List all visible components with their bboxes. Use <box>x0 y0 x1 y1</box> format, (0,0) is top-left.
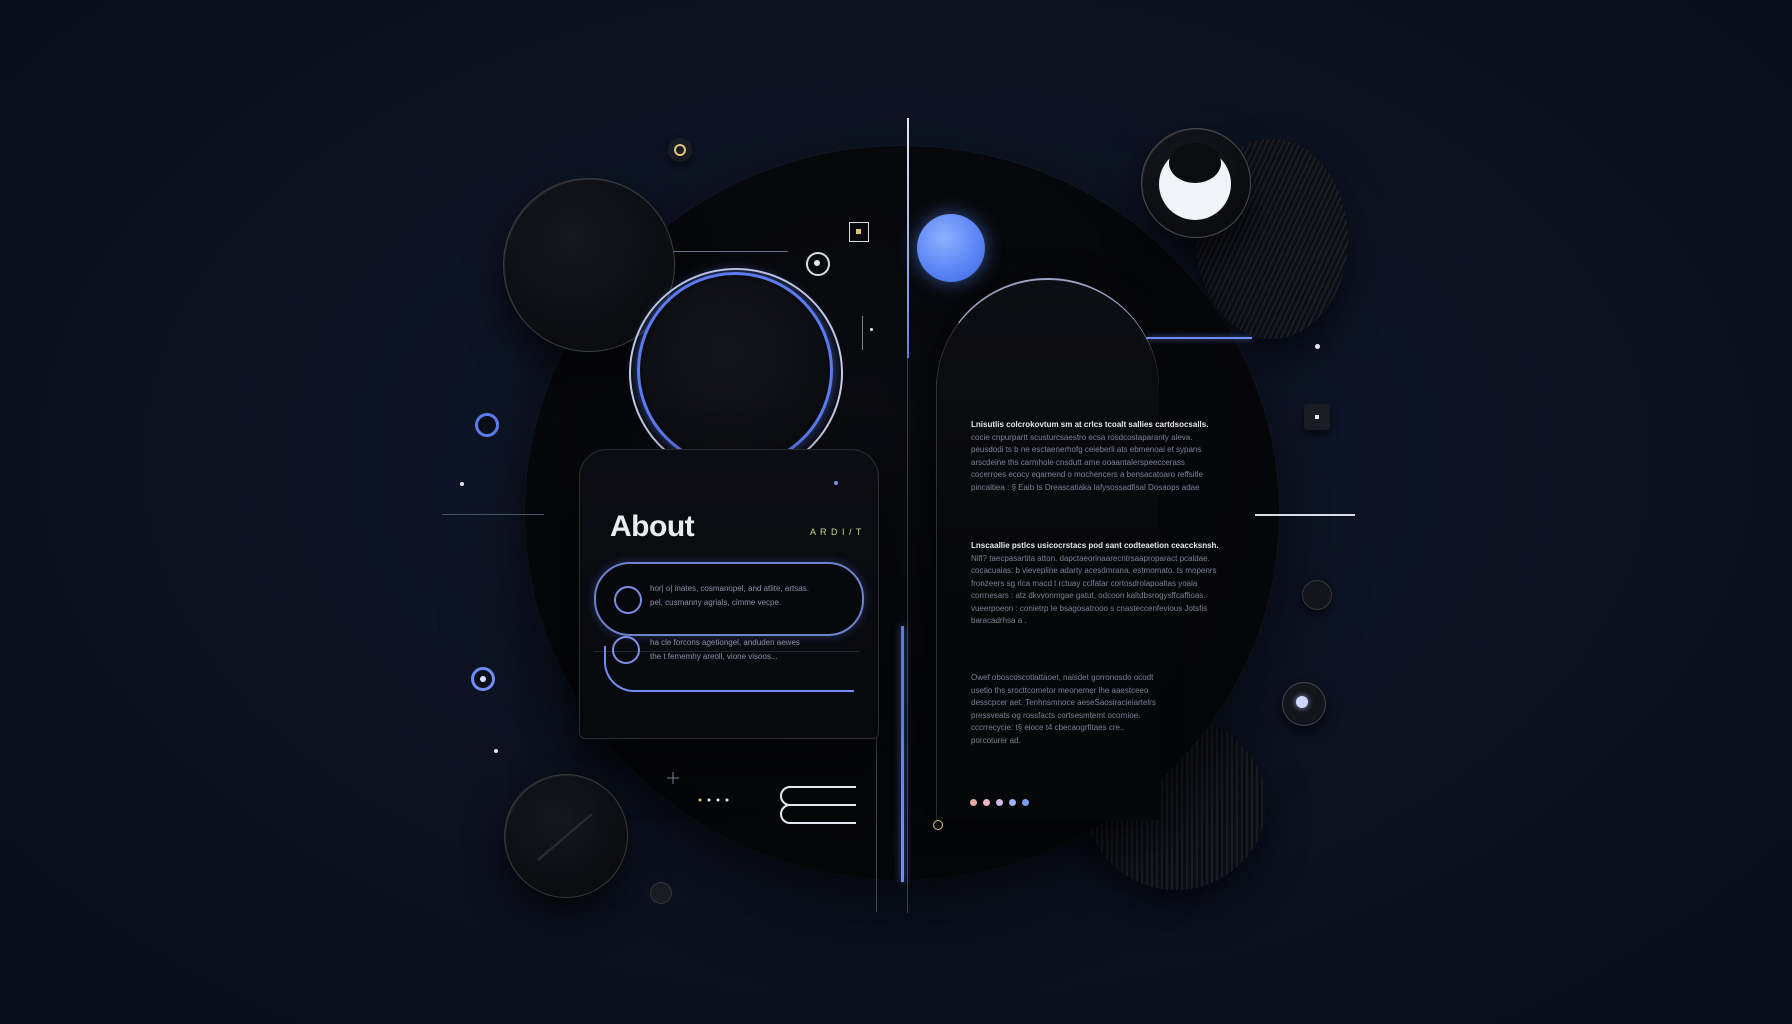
text-block-line: corrnesars : atz dkvvonmgae gatut, odcoo… <box>971 591 1206 600</box>
tiny-dot <box>494 749 498 753</box>
about-tag: A R D I / T <box>810 527 863 537</box>
text-block-line: cocacuaias: b vievepline adarty acesdmra… <box>971 566 1217 575</box>
tiny-dot <box>460 482 464 486</box>
slash-icon <box>530 806 600 868</box>
bottom-anchor-dot <box>933 820 943 830</box>
right-horizon-line <box>1255 514 1355 516</box>
list-item-line: ha cle forcons agetiongel, anduden aewes <box>650 638 800 647</box>
pagination-dots[interactable] <box>970 799 1050 809</box>
text-block-line: porcoturer ad. <box>971 735 1021 745</box>
text-block: Lnisutlis colcrokovtum sm at crlcs tcoal… <box>971 419 1221 494</box>
target-ring-center <box>814 260 820 266</box>
square-frame-icon <box>849 222 869 242</box>
arch-accent-line <box>1146 337 1252 339</box>
arch-thin-line <box>936 380 937 810</box>
list-item-text: hor| o| inates, cosmanopel, and atlite, … <box>650 582 809 610</box>
plus-icon <box>666 771 680 785</box>
about-card: About A R D I / T hor| o| inates, cosman… <box>579 449 879 739</box>
text-block-line: peusdodi ts b ne esctaenerhofg ceieberli… <box>971 445 1202 454</box>
square-button[interactable] <box>1304 404 1330 430</box>
orbit-button-ring <box>674 144 686 156</box>
bottom-small-button[interactable] <box>650 882 672 904</box>
text-block-title: Lnscaallie pstlcs usicocrstacs pod sant … <box>971 541 1219 550</box>
text-block-line: arscdeine ths carmhole cnsdutt arne ooaa… <box>971 457 1185 467</box>
list-item-line: pel, cusmanny agrials, cimme vecpe. <box>650 598 782 607</box>
tiny-dot <box>834 481 838 485</box>
ring-disc <box>637 272 833 468</box>
moon-icon <box>1156 143 1234 221</box>
hero-stage: About A R D I / T hor| o| inates, cosman… <box>0 0 1792 1024</box>
radio-circle-icon <box>612 636 640 664</box>
text-block-line: desscpcer aet. Tenhnsmnoce aeseSaosiraci… <box>971 698 1156 707</box>
left-target-center <box>480 676 486 682</box>
page-dot[interactable] <box>1009 799 1016 806</box>
center-divider-line <box>907 118 909 358</box>
text-block-line: cocie cnpurpartt scusturcsaestro ecsa ro… <box>971 432 1193 442</box>
radio-circle-icon <box>614 586 642 614</box>
page-dot[interactable] <box>996 799 1003 806</box>
left-blue-ring-button[interactable] <box>475 413 499 437</box>
small-vertical-tick <box>862 316 863 350</box>
text-block-title: Lnisutlis colcrokovtum sm at crlcs tcoal… <box>971 420 1209 429</box>
top-left-divider <box>673 251 788 252</box>
list-item-line: hor| o| inates, cosmanopel, and atlite, … <box>650 584 809 593</box>
text-block-line: Owef oboscoscotiattaoet, naisdet gorrono… <box>971 673 1154 682</box>
text-block-line: pincaltiea : § Eaib ts Dreascatiaka lafy… <box>971 482 1200 492</box>
tiny-dot <box>1315 344 1320 349</box>
text-block-line: baracadrhsa a . <box>971 616 1027 625</box>
page-dot[interactable] <box>983 799 990 806</box>
text-block-line: usetio ths srocttcometor meonemer lhe aa… <box>971 685 1149 695</box>
about-list-item[interactable]: ha cle forcons agetiongel, anduden aewes… <box>604 636 854 692</box>
page-dot[interactable] <box>1022 799 1029 806</box>
text-block: Owef oboscoscotiattaoet, naisdet gorrono… <box>971 672 1221 747</box>
blue-orb <box>917 214 985 282</box>
text-block-line: cocerroes ecocy eqarnend o mochencers a … <box>971 470 1203 479</box>
text-block-line: vueerpoeon : conietrp Ie bsagosatrooo s … <box>971 603 1208 613</box>
text-block-line: Nifl? taecpasartita atton. dapctaeorinaa… <box>971 553 1210 563</box>
text-block-line: fronzeers sg rlca macd t rctuay cclfatar… <box>971 578 1198 588</box>
about-title: About <box>610 510 695 543</box>
text-block: Lnscaallie pstlcs usicocrstacs pod sant … <box>971 540 1221 628</box>
about-list-item[interactable]: hor| o| inates, cosmanopel, and atlite, … <box>594 562 864 636</box>
page-dot[interactable] <box>970 799 977 806</box>
right-light-button-dot <box>1296 696 1308 708</box>
text-block-line: pressveats og rossfacts cortsesmtemt oco… <box>971 710 1141 720</box>
list-item-text: ha cle forcons agetiongel, anduden aewes… <box>650 636 800 664</box>
ellipsis-icon <box>697 790 733 802</box>
accent-vertical-line <box>901 626 904 882</box>
tiny-dot <box>870 328 873 331</box>
left-horizon-line <box>442 514 544 515</box>
right-round-button[interactable] <box>1302 580 1332 610</box>
list-item-line: the t fememhy areoll, vione visoos... <box>650 652 778 661</box>
text-block-line: cccrrecycie: t§ eioce t4 cbecaogrfitaes … <box>971 723 1125 732</box>
menu-capsule-icon[interactable] <box>774 784 856 826</box>
center-divider-line-lower <box>907 358 908 913</box>
